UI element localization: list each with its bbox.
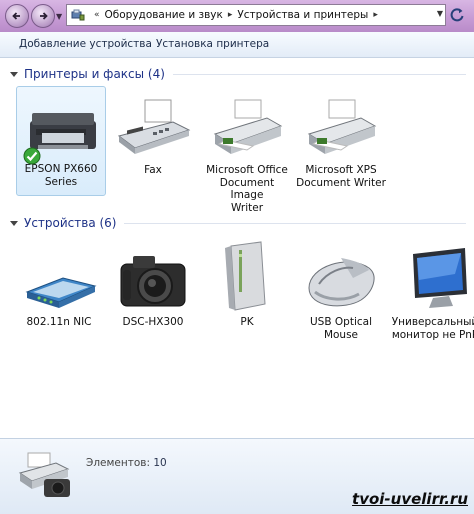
group-header-devices[interactable]: Устройства (6)	[0, 215, 474, 231]
back-arrow-icon	[12, 12, 20, 20]
devices-icon	[71, 9, 85, 21]
breadcrumb-devices-printers[interactable]: Устройства и принтеры	[237, 9, 368, 21]
device-item-xps-writer[interactable]: Microsoft XPS Document Writer	[296, 88, 386, 189]
device-item-monitor[interactable]: Универсальный монитор не PnP	[390, 240, 474, 341]
device-label: Fax	[144, 164, 162, 176]
device-label: Microsoft Office Document Image Writer	[206, 164, 288, 214]
back-button[interactable]	[5, 4, 29, 28]
device-label: DSC-HX300	[122, 316, 184, 328]
chevron-right-icon[interactable]: ▸	[373, 10, 378, 20]
device-label: PK	[240, 316, 254, 328]
forward-arrow-icon	[40, 12, 48, 20]
device-label: USB Optical Mouse	[310, 316, 372, 341]
device-item-camera[interactable]: DSC-HX300	[108, 240, 198, 329]
details-pane: Элементов: 10 tvoi-uvelirr.ru	[0, 438, 474, 514]
device-item-mouse[interactable]: USB Optical Mouse	[296, 240, 386, 341]
printer-icon	[202, 88, 292, 160]
command-bar: Добавление устройства Установка принтера	[0, 32, 474, 58]
collapse-icon[interactable]	[10, 220, 18, 226]
device-label: Microsoft XPS Document Writer	[296, 164, 386, 189]
history-dropdown-icon[interactable]: ▼	[56, 12, 62, 21]
mouse-icon	[296, 240, 386, 312]
divider	[124, 222, 466, 224]
device-item-ms-office-writer[interactable]: Microsoft Office Document Image Writer	[202, 88, 292, 214]
title-bar: ▼ « Оборудование и звук ▸ Устройства и п…	[0, 0, 474, 32]
collapse-icon[interactable]	[10, 71, 18, 77]
add-device-button[interactable]: Добавление устройства	[19, 38, 152, 50]
default-check-icon	[23, 147, 41, 165]
device-label: Универсальный монитор не PnP	[391, 316, 474, 341]
computer-tower-icon	[202, 240, 292, 312]
divider	[172, 73, 466, 75]
camera-icon	[108, 240, 198, 312]
item-count: Элементов: 10	[86, 457, 167, 469]
watermark-text: tvoi-uvelirr.ru	[352, 490, 468, 508]
device-item-nic[interactable]: 802.11n NIC	[14, 240, 104, 329]
device-item-computer[interactable]: PK	[202, 240, 292, 329]
fax-icon	[108, 88, 198, 160]
chevron-right-icon: «	[94, 10, 100, 20]
group-title: Принтеры и факсы (4)	[24, 67, 165, 81]
refresh-button[interactable]	[448, 6, 466, 24]
add-printer-button[interactable]: Установка принтера	[156, 38, 269, 50]
devices-group-icon	[18, 452, 70, 497]
device-item-fax[interactable]: Fax	[108, 88, 198, 177]
device-item-epson[interactable]: EPSON PX660 Series	[16, 86, 106, 196]
printer-icon	[296, 88, 386, 160]
item-count-value: 10	[153, 457, 167, 469]
item-count-label: Элементов:	[86, 457, 151, 469]
chevron-right-icon[interactable]: ▸	[228, 10, 233, 20]
address-bar[interactable]: « Оборудование и звук ▸ Устройства и при…	[66, 4, 446, 26]
group-title: Устройства (6)	[24, 216, 117, 230]
address-dropdown-icon[interactable]: ▼	[437, 9, 443, 18]
refresh-icon	[450, 8, 464, 22]
group-header-printers[interactable]: Принтеры и факсы (4)	[0, 66, 474, 82]
device-label: EPSON PX660 Series	[24, 163, 98, 188]
breadcrumb-hardware-sound[interactable]: Оборудование и звук	[105, 9, 223, 21]
forward-button[interactable]	[31, 4, 55, 28]
network-adapter-icon	[14, 240, 104, 312]
monitor-icon	[390, 240, 474, 312]
devices-view: Принтеры и факсы (4) EPSON PX660 Series	[0, 58, 474, 438]
device-label: 802.11n NIC	[26, 316, 92, 328]
